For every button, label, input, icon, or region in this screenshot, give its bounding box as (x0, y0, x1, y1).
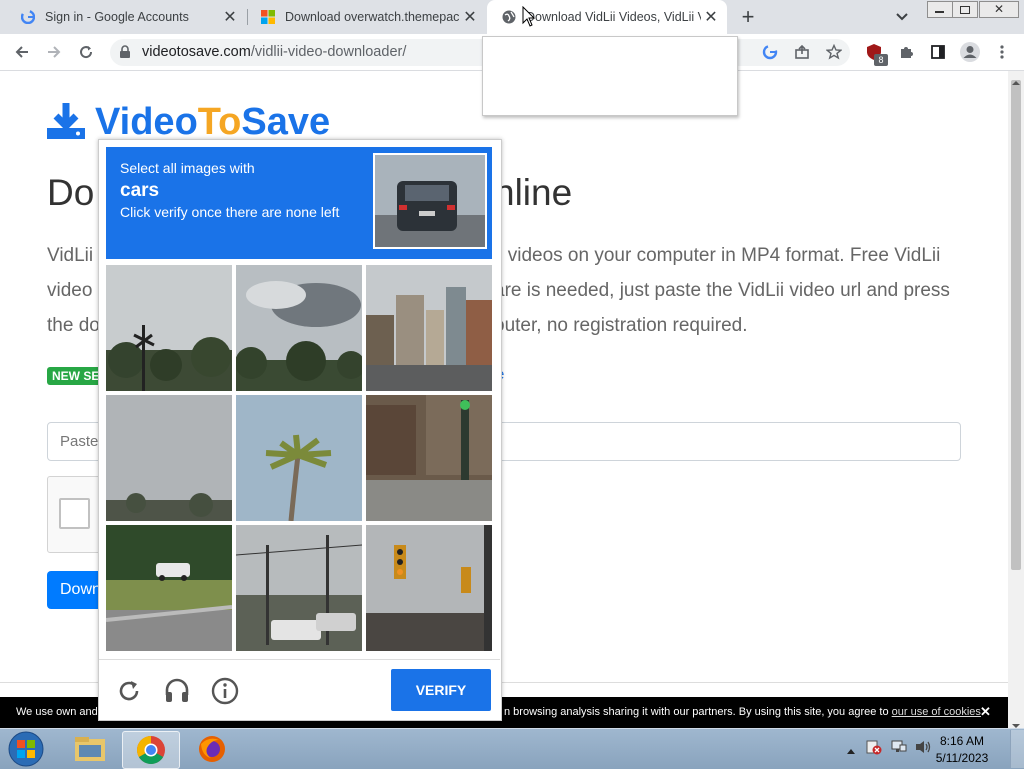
captcha-tile-7[interactable] (106, 525, 232, 651)
scrollbar-thumb[interactable] (1011, 80, 1021, 570)
captcha-tile-2[interactable] (236, 265, 362, 391)
captcha-tile-9[interactable] (366, 525, 492, 651)
brand-part-1: Video (95, 101, 198, 143)
para-left-1: VidLii (47, 245, 94, 266)
cookie-close-icon[interactable]: ✕ (980, 704, 991, 720)
back-arrow-icon[interactable] (10, 40, 34, 64)
captcha-instruction: Select all images with (120, 160, 255, 176)
close-tab-icon[interactable]: ✕ (701, 7, 721, 27)
forward-arrow-icon[interactable] (42, 40, 66, 64)
url-path: /vidlii-video-downloader/ (250, 44, 407, 60)
google-translate-icon[interactable] (758, 40, 782, 64)
start-button[interactable] (6, 730, 46, 768)
restore-button[interactable] (952, 1, 978, 18)
lock-icon[interactable] (119, 45, 131, 64)
audio-challenge-icon[interactable] (163, 677, 191, 710)
bookmark-star-icon[interactable] (822, 40, 846, 64)
captcha-subinstruction: Click verify once there are none left (120, 204, 340, 220)
para-right-1: ii videos on your computer in MP4 format… (494, 245, 941, 266)
url-text: videotosave.com/vidlii-video-downloader/ (142, 44, 406, 60)
url-domain: videotosave.com (142, 44, 251, 60)
action-center-icon[interactable] (866, 739, 882, 760)
google-icon (20, 9, 36, 25)
new-badge: NEW SE (47, 367, 105, 385)
para-right-3: outer, no registration required. (494, 315, 748, 336)
captcha-target: cars (120, 180, 160, 201)
captcha-tile-8[interactable] (236, 525, 362, 651)
clock-date: 5/11/2023 (935, 751, 989, 765)
tab-strip: Sign in - Google Accounts ✕ Download ove… (0, 0, 1024, 34)
para-right-2: are is needed, just paste the VidLii vid… (494, 280, 950, 301)
volume-icon[interactable] (914, 739, 932, 760)
recaptcha-checkbox[interactable] (59, 498, 90, 529)
captcha-example-image (373, 153, 487, 249)
windows-icon (260, 9, 276, 25)
refresh-icon[interactable] (116, 678, 142, 709)
cookie-text-left: We use own and (16, 706, 98, 718)
brand-part-2: To (197, 101, 242, 143)
chrome-taskbar-icon[interactable] (122, 731, 180, 769)
kebab-menu-icon[interactable] (990, 40, 1014, 64)
para-left-2: video (47, 280, 93, 301)
system-clock[interactable]: 8:16 AM 5/11/2023 (932, 733, 992, 767)
cookie-text: n browsing analysis sharing it with our … (504, 706, 889, 718)
captcha-tile-1[interactable] (106, 265, 232, 391)
tab-title: Sign in - Google Accounts (45, 10, 189, 24)
minimize-button[interactable] (927, 1, 953, 18)
captcha-tile-6[interactable] (366, 395, 492, 521)
download-logo-icon (47, 103, 85, 144)
para-left-3: the do (47, 315, 100, 336)
close-tab-icon[interactable]: ✕ (220, 7, 240, 27)
cookie-text-right: n browsing analysis sharing it with our … (504, 706, 984, 718)
side-panel-icon[interactable] (926, 40, 950, 64)
file-explorer-icon[interactable] (62, 731, 118, 767)
reload-icon[interactable] (74, 40, 98, 64)
tray-expand-icon[interactable] (846, 742, 856, 754)
firefox-icon[interactable] (184, 731, 240, 767)
tab-hover-card (482, 36, 738, 116)
tab-overwatch[interactable]: Download overwatch.themepack ✕ (246, 0, 486, 34)
brand-logo-text[interactable]: VideoToSave (95, 101, 330, 144)
verify-button[interactable]: VERIFY (391, 669, 491, 711)
share-icon[interactable] (790, 40, 814, 64)
tab-title: Download overwatch.themepack (285, 10, 460, 24)
scroll-down-icon[interactable] (1011, 716, 1021, 728)
close-tab-icon[interactable]: ✕ (460, 7, 480, 27)
puzzle-icon[interactable] (894, 40, 918, 64)
captcha-tile-4[interactable] (106, 395, 232, 521)
page-heading-left: Do (47, 172, 95, 213)
network-icon[interactable] (891, 739, 907, 760)
clock-time: 8:16 AM (939, 734, 985, 748)
scroll-up-icon[interactable] (1011, 73, 1021, 85)
tab-google-accounts[interactable]: Sign in - Google Accounts ✕ (6, 0, 246, 34)
cookie-policy-link[interactable]: our use of cookies (892, 706, 981, 718)
captcha-image-grid (106, 265, 492, 651)
extension-badge: 8 (874, 54, 888, 66)
close-window-button[interactable]: ✕ (979, 1, 1019, 18)
video-url-placeholder: Paste (60, 433, 99, 450)
captcha-tile-3[interactable] (366, 265, 492, 391)
mouse-cursor-icon (522, 5, 536, 33)
show-desktop-button[interactable] (1010, 730, 1024, 768)
tab-title: Download VidLii Videos, VidLii V (526, 10, 701, 24)
brand-part-3: Save (241, 101, 331, 143)
globe-icon (501, 9, 517, 25)
new-tab-button[interactable]: + (737, 6, 759, 28)
page-heading-right: nline (494, 172, 573, 213)
captcha-tile-5[interactable] (236, 395, 362, 521)
profile-avatar-icon[interactable] (958, 40, 982, 64)
tab-search-icon[interactable] (895, 9, 915, 25)
info-icon[interactable] (211, 677, 239, 710)
